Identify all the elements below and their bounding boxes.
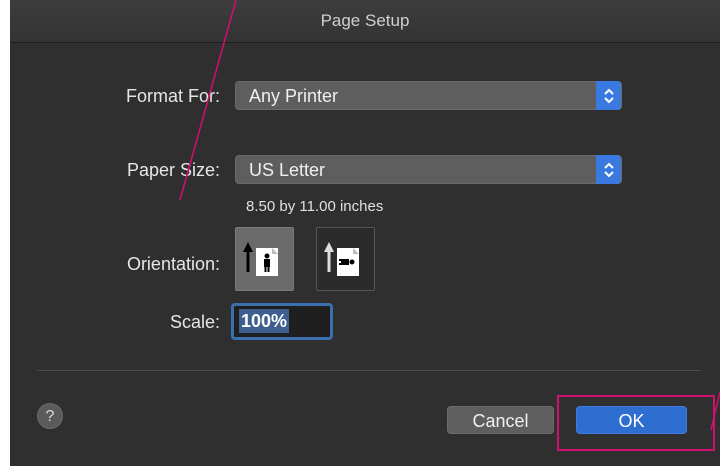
orientation-label: Orientation:: [126, 254, 220, 274]
help-button[interactable]: ?: [37, 403, 63, 429]
scale-value: 100%: [239, 309, 290, 333]
scale-input[interactable]: 100%: [231, 303, 333, 340]
popup-stepper-icon: [596, 155, 621, 184]
paper-size-label: Paper Size:: [126, 160, 220, 180]
cancel-button[interactable]: Cancel: [447, 406, 554, 434]
popup-stepper-icon: [596, 81, 621, 110]
paper-dimensions: 8.50 by 11.00 inches: [246, 198, 384, 215]
paper-size-popup[interactable]: US Letter: [235, 155, 622, 184]
window-title: Page Setup: [10, 0, 720, 43]
scale-label: Scale:: [169, 312, 220, 332]
format-for-popup[interactable]: Any Printer: [235, 81, 622, 110]
landscape-icon: [324, 242, 359, 276]
portrait-icon: [243, 242, 278, 276]
orientation-landscape-button[interactable]: [316, 227, 375, 291]
orientation-portrait-button[interactable]: [235, 227, 294, 291]
format-for-value: Any Printer: [249, 86, 339, 106]
paper-size-value: US Letter: [249, 160, 326, 180]
format-for-label: Format For:: [125, 86, 220, 106]
annotation-highlight-box: [557, 395, 715, 451]
divider: [37, 370, 701, 371]
